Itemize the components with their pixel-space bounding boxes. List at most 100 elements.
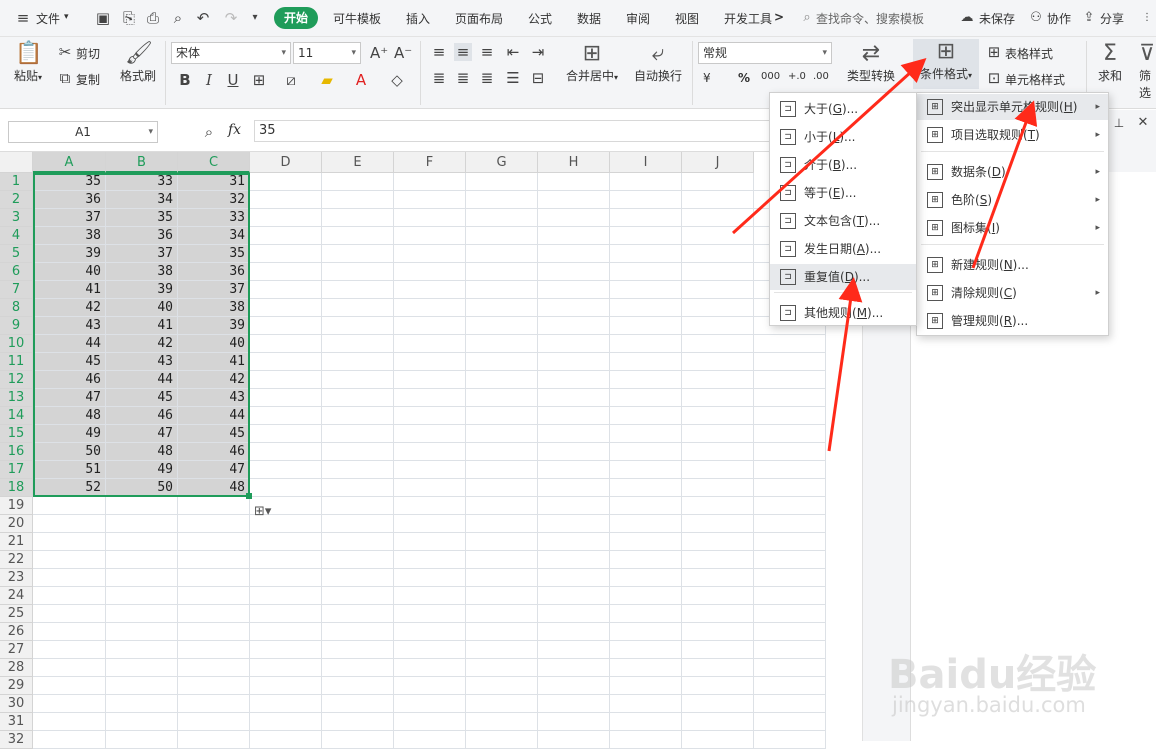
cell[interactable] xyxy=(466,461,538,479)
cell[interactable]: 40 xyxy=(178,335,250,353)
cell[interactable] xyxy=(754,335,826,353)
share-button[interactable]: 分享 xyxy=(1100,10,1124,27)
cell[interactable] xyxy=(394,191,466,209)
cell[interactable] xyxy=(178,623,250,641)
cell[interactable] xyxy=(394,569,466,587)
cell[interactable] xyxy=(610,407,682,425)
cell[interactable] xyxy=(466,551,538,569)
cell[interactable] xyxy=(610,389,682,407)
cell[interactable]: 38 xyxy=(33,227,106,245)
cell[interactable] xyxy=(466,641,538,659)
cell[interactable] xyxy=(466,695,538,713)
cell[interactable] xyxy=(322,335,394,353)
row-header[interactable]: 30 xyxy=(0,695,33,713)
cell[interactable] xyxy=(322,227,394,245)
cell[interactable] xyxy=(322,443,394,461)
cell[interactable] xyxy=(394,695,466,713)
cell[interactable] xyxy=(610,173,682,191)
cell[interactable]: 35 xyxy=(106,209,178,227)
cell[interactable] xyxy=(466,191,538,209)
highlight-menu-item[interactable]: ⊐ 介于(B)... xyxy=(770,152,916,178)
cell[interactable] xyxy=(682,659,754,677)
cell[interactable]: 39 xyxy=(106,281,178,299)
cell[interactable] xyxy=(178,659,250,677)
row-header[interactable]: 32 xyxy=(0,731,33,749)
cell[interactable] xyxy=(682,461,754,479)
cell[interactable] xyxy=(250,245,322,263)
cell[interactable] xyxy=(466,353,538,371)
cell[interactable] xyxy=(538,335,610,353)
cell[interactable] xyxy=(466,263,538,281)
cell[interactable]: 48 xyxy=(178,479,250,497)
cell[interactable] xyxy=(394,245,466,263)
cond-menu-item[interactable]: ⊞ 数据条(D) ▸ xyxy=(917,159,1108,185)
cell[interactable] xyxy=(178,569,250,587)
cell[interactable] xyxy=(322,695,394,713)
cell[interactable] xyxy=(538,245,610,263)
row-header[interactable]: 5 xyxy=(0,245,33,263)
cell[interactable] xyxy=(610,587,682,605)
row-header[interactable]: 4 xyxy=(0,227,33,245)
table-style-button[interactable]: 表格样式 xyxy=(1005,45,1053,62)
cell[interactable] xyxy=(394,299,466,317)
row-header[interactable]: 12 xyxy=(0,371,33,389)
cell[interactable] xyxy=(394,353,466,371)
row-header[interactable]: 17 xyxy=(0,461,33,479)
cell[interactable]: 44 xyxy=(106,371,178,389)
cell[interactable] xyxy=(106,659,178,677)
cell[interactable] xyxy=(682,317,754,335)
cell[interactable] xyxy=(754,389,826,407)
cell[interactable] xyxy=(250,389,322,407)
cell[interactable] xyxy=(250,335,322,353)
cell[interactable] xyxy=(754,533,826,551)
cell[interactable] xyxy=(394,425,466,443)
cell[interactable] xyxy=(610,281,682,299)
cell[interactable]: 37 xyxy=(106,245,178,263)
cell[interactable] xyxy=(682,479,754,497)
sum-button[interactable]: Σ 求和 xyxy=(1092,41,1128,84)
cell[interactable]: 36 xyxy=(33,191,106,209)
cell[interactable] xyxy=(610,497,682,515)
cell[interactable] xyxy=(538,731,610,749)
cell[interactable] xyxy=(682,245,754,263)
cell[interactable] xyxy=(754,659,826,677)
cell[interactable] xyxy=(394,317,466,335)
cell[interactable] xyxy=(754,641,826,659)
column-header[interactable]: H xyxy=(538,152,610,173)
cell[interactable] xyxy=(466,533,538,551)
cell[interactable]: 38 xyxy=(178,299,250,317)
cell[interactable] xyxy=(394,641,466,659)
cell[interactable]: 50 xyxy=(33,443,106,461)
cell[interactable] xyxy=(394,371,466,389)
row-header[interactable]: 29 xyxy=(0,677,33,695)
cell[interactable] xyxy=(250,533,322,551)
cell[interactable] xyxy=(394,263,466,281)
cell[interactable] xyxy=(394,713,466,731)
cell[interactable] xyxy=(322,371,394,389)
cell[interactable] xyxy=(466,605,538,623)
cell[interactable] xyxy=(394,389,466,407)
cell[interactable] xyxy=(538,227,610,245)
cond-format-button[interactable]: ⊞ 条件格式▾ xyxy=(913,39,979,89)
cond-menu-item[interactable]: ⊞ 图标集(I) ▸ xyxy=(917,215,1108,241)
cell[interactable] xyxy=(250,209,322,227)
cell[interactable] xyxy=(610,245,682,263)
cell[interactable] xyxy=(106,623,178,641)
cell[interactable] xyxy=(33,731,106,749)
cell[interactable] xyxy=(322,461,394,479)
cell[interactable] xyxy=(682,623,754,641)
row-header[interactable]: 31 xyxy=(0,713,33,731)
cell[interactable] xyxy=(250,605,322,623)
cell[interactable] xyxy=(466,569,538,587)
cell[interactable] xyxy=(682,515,754,533)
cell[interactable]: 47 xyxy=(33,389,106,407)
cell[interactable] xyxy=(33,623,106,641)
cell[interactable]: 37 xyxy=(33,209,106,227)
cell[interactable] xyxy=(178,713,250,731)
cell[interactable]: 36 xyxy=(106,227,178,245)
cell[interactable] xyxy=(466,389,538,407)
cell[interactable] xyxy=(610,353,682,371)
cell[interactable] xyxy=(682,173,754,191)
column-header[interactable]: D xyxy=(250,152,322,173)
cell[interactable] xyxy=(394,443,466,461)
